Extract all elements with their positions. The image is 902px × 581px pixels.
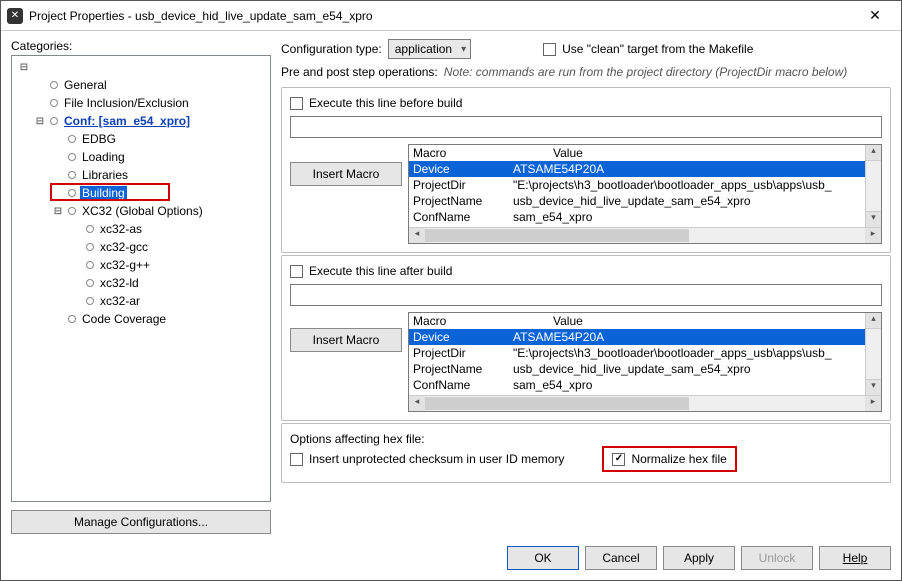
scrollbar-horizontal[interactable]: ◂▸ xyxy=(409,395,881,411)
prepost-note: Note: commands are run from the project … xyxy=(444,65,847,79)
tree-item-general[interactable]: General xyxy=(12,76,270,94)
categories-label: Categories: xyxy=(11,39,271,53)
prepost-label: Pre and post step operations: xyxy=(281,65,438,79)
macro-row-projectname[interactable]: ProjectNameusb_device_hid_live_update_sa… xyxy=(409,361,881,377)
config-type-select[interactable]: application xyxy=(388,39,471,59)
tree-item-xc32-ar[interactable]: xc32-ar xyxy=(12,292,270,310)
macro-row-projectdir[interactable]: ProjectDir"E:\projects\h3_bootloader\boo… xyxy=(409,177,881,193)
tree-item-building[interactable]: Building xyxy=(12,184,270,202)
macro-table-after[interactable]: Macro Value DeviceATSAME54P20A ProjectDir… xyxy=(408,312,882,412)
insert-macro-before-button[interactable]: Insert Macro xyxy=(290,162,402,186)
app-icon: ✕ xyxy=(7,8,23,24)
normalize-hex-checkbox[interactable] xyxy=(612,453,625,466)
tree-item-xc32[interactable]: ⊟XC32 (Global Options) xyxy=(12,202,270,220)
before-build-group: Execute this line before build Insert Ma… xyxy=(281,87,891,253)
col-value: Value xyxy=(553,146,583,160)
manage-configurations-button[interactable]: Manage Configurations... xyxy=(11,510,271,534)
col-macro-2: Macro xyxy=(413,314,513,328)
ok-button[interactable]: OK xyxy=(507,546,579,570)
categories-tree[interactable]: ⊟ General File Inclusion/Exclusion ⊟Conf… xyxy=(11,55,271,502)
exec-before-checkbox[interactable] xyxy=(290,97,303,110)
close-button[interactable]: ✕ xyxy=(855,7,895,24)
macro-row-projectdir[interactable]: ProjectDir"E:\projects\h3_bootloader\boo… xyxy=(409,345,881,361)
normalize-hex-label: Normalize hex file xyxy=(631,452,726,466)
macro-row-device[interactable]: DeviceATSAME54P20A xyxy=(409,329,881,345)
tree-item-xc32-gcc[interactable]: xc32-gcc xyxy=(12,238,270,256)
after-build-group: Execute this line after build Insert Mac… xyxy=(281,255,891,421)
unlock-button: Unlock xyxy=(741,546,813,570)
use-clean-label: Use "clean" target from the Makefile xyxy=(562,42,753,56)
exec-after-checkbox[interactable] xyxy=(290,265,303,278)
scrollbar-vertical[interactable]: ▴▾ xyxy=(865,145,881,227)
tree-item-libraries[interactable]: Libraries xyxy=(12,166,270,184)
tree-item-conf[interactable]: ⊟Conf: [sam_e54_xpro] xyxy=(12,112,270,130)
macro-table-before[interactable]: Macro Value DeviceATSAME54P20A ProjectDir… xyxy=(408,144,882,244)
tree-item-edbg[interactable]: EDBG xyxy=(12,130,270,148)
dialog-footer: OK Cancel Apply Unlock Help xyxy=(1,540,901,580)
hex-options-group: Options affecting hex file: Insert unpro… xyxy=(281,423,891,483)
macro-row-confname[interactable]: ConfNamesam_e54_xpro xyxy=(409,377,881,393)
macro-row-device[interactable]: DeviceATSAME54P20A xyxy=(409,161,881,177)
insert-macro-after-button[interactable]: Insert Macro xyxy=(290,328,402,352)
tree-item-loading[interactable]: Loading xyxy=(12,148,270,166)
macro-row-projectname[interactable]: ProjectNameusb_device_hid_live_update_sa… xyxy=(409,193,881,209)
scrollbar-vertical[interactable]: ▴▾ xyxy=(865,313,881,395)
exec-after-label: Execute this line after build xyxy=(309,264,452,278)
use-clean-checkbox[interactable] xyxy=(543,43,556,56)
exec-before-label: Execute this line before build xyxy=(309,96,462,110)
col-macro: Macro xyxy=(413,146,513,160)
apply-button[interactable]: Apply xyxy=(663,546,735,570)
titlebar: ✕ Project Properties - usb_device_hid_li… xyxy=(1,1,901,31)
insert-checksum-checkbox[interactable] xyxy=(290,453,303,466)
help-button[interactable]: Help xyxy=(819,546,891,570)
tree-item-code-coverage[interactable]: Code Coverage xyxy=(12,310,270,328)
exec-before-input[interactable] xyxy=(290,116,882,138)
tree-item-xc32-gpp[interactable]: xc32-g++ xyxy=(12,256,270,274)
exec-after-input[interactable] xyxy=(290,284,882,306)
insert-checksum-label: Insert unprotected checksum in user ID m… xyxy=(309,452,564,466)
window-title: Project Properties - usb_device_hid_live… xyxy=(29,9,855,23)
col-value-2: Value xyxy=(553,314,583,328)
hex-options-label: Options affecting hex file: xyxy=(290,432,882,446)
config-type-label: Configuration type: xyxy=(281,42,382,56)
tree-item-xc32-as[interactable]: xc32-as xyxy=(12,220,270,238)
cancel-button[interactable]: Cancel xyxy=(585,546,657,570)
tree-root-expand[interactable]: ⊟ xyxy=(12,58,270,76)
tree-item-xc32-ld[interactable]: xc32-ld xyxy=(12,274,270,292)
scrollbar-horizontal[interactable]: ◂▸ xyxy=(409,227,881,243)
tree-item-file-inclusion[interactable]: File Inclusion/Exclusion xyxy=(12,94,270,112)
macro-row-confname[interactable]: ConfNamesam_e54_xpro xyxy=(409,209,881,225)
